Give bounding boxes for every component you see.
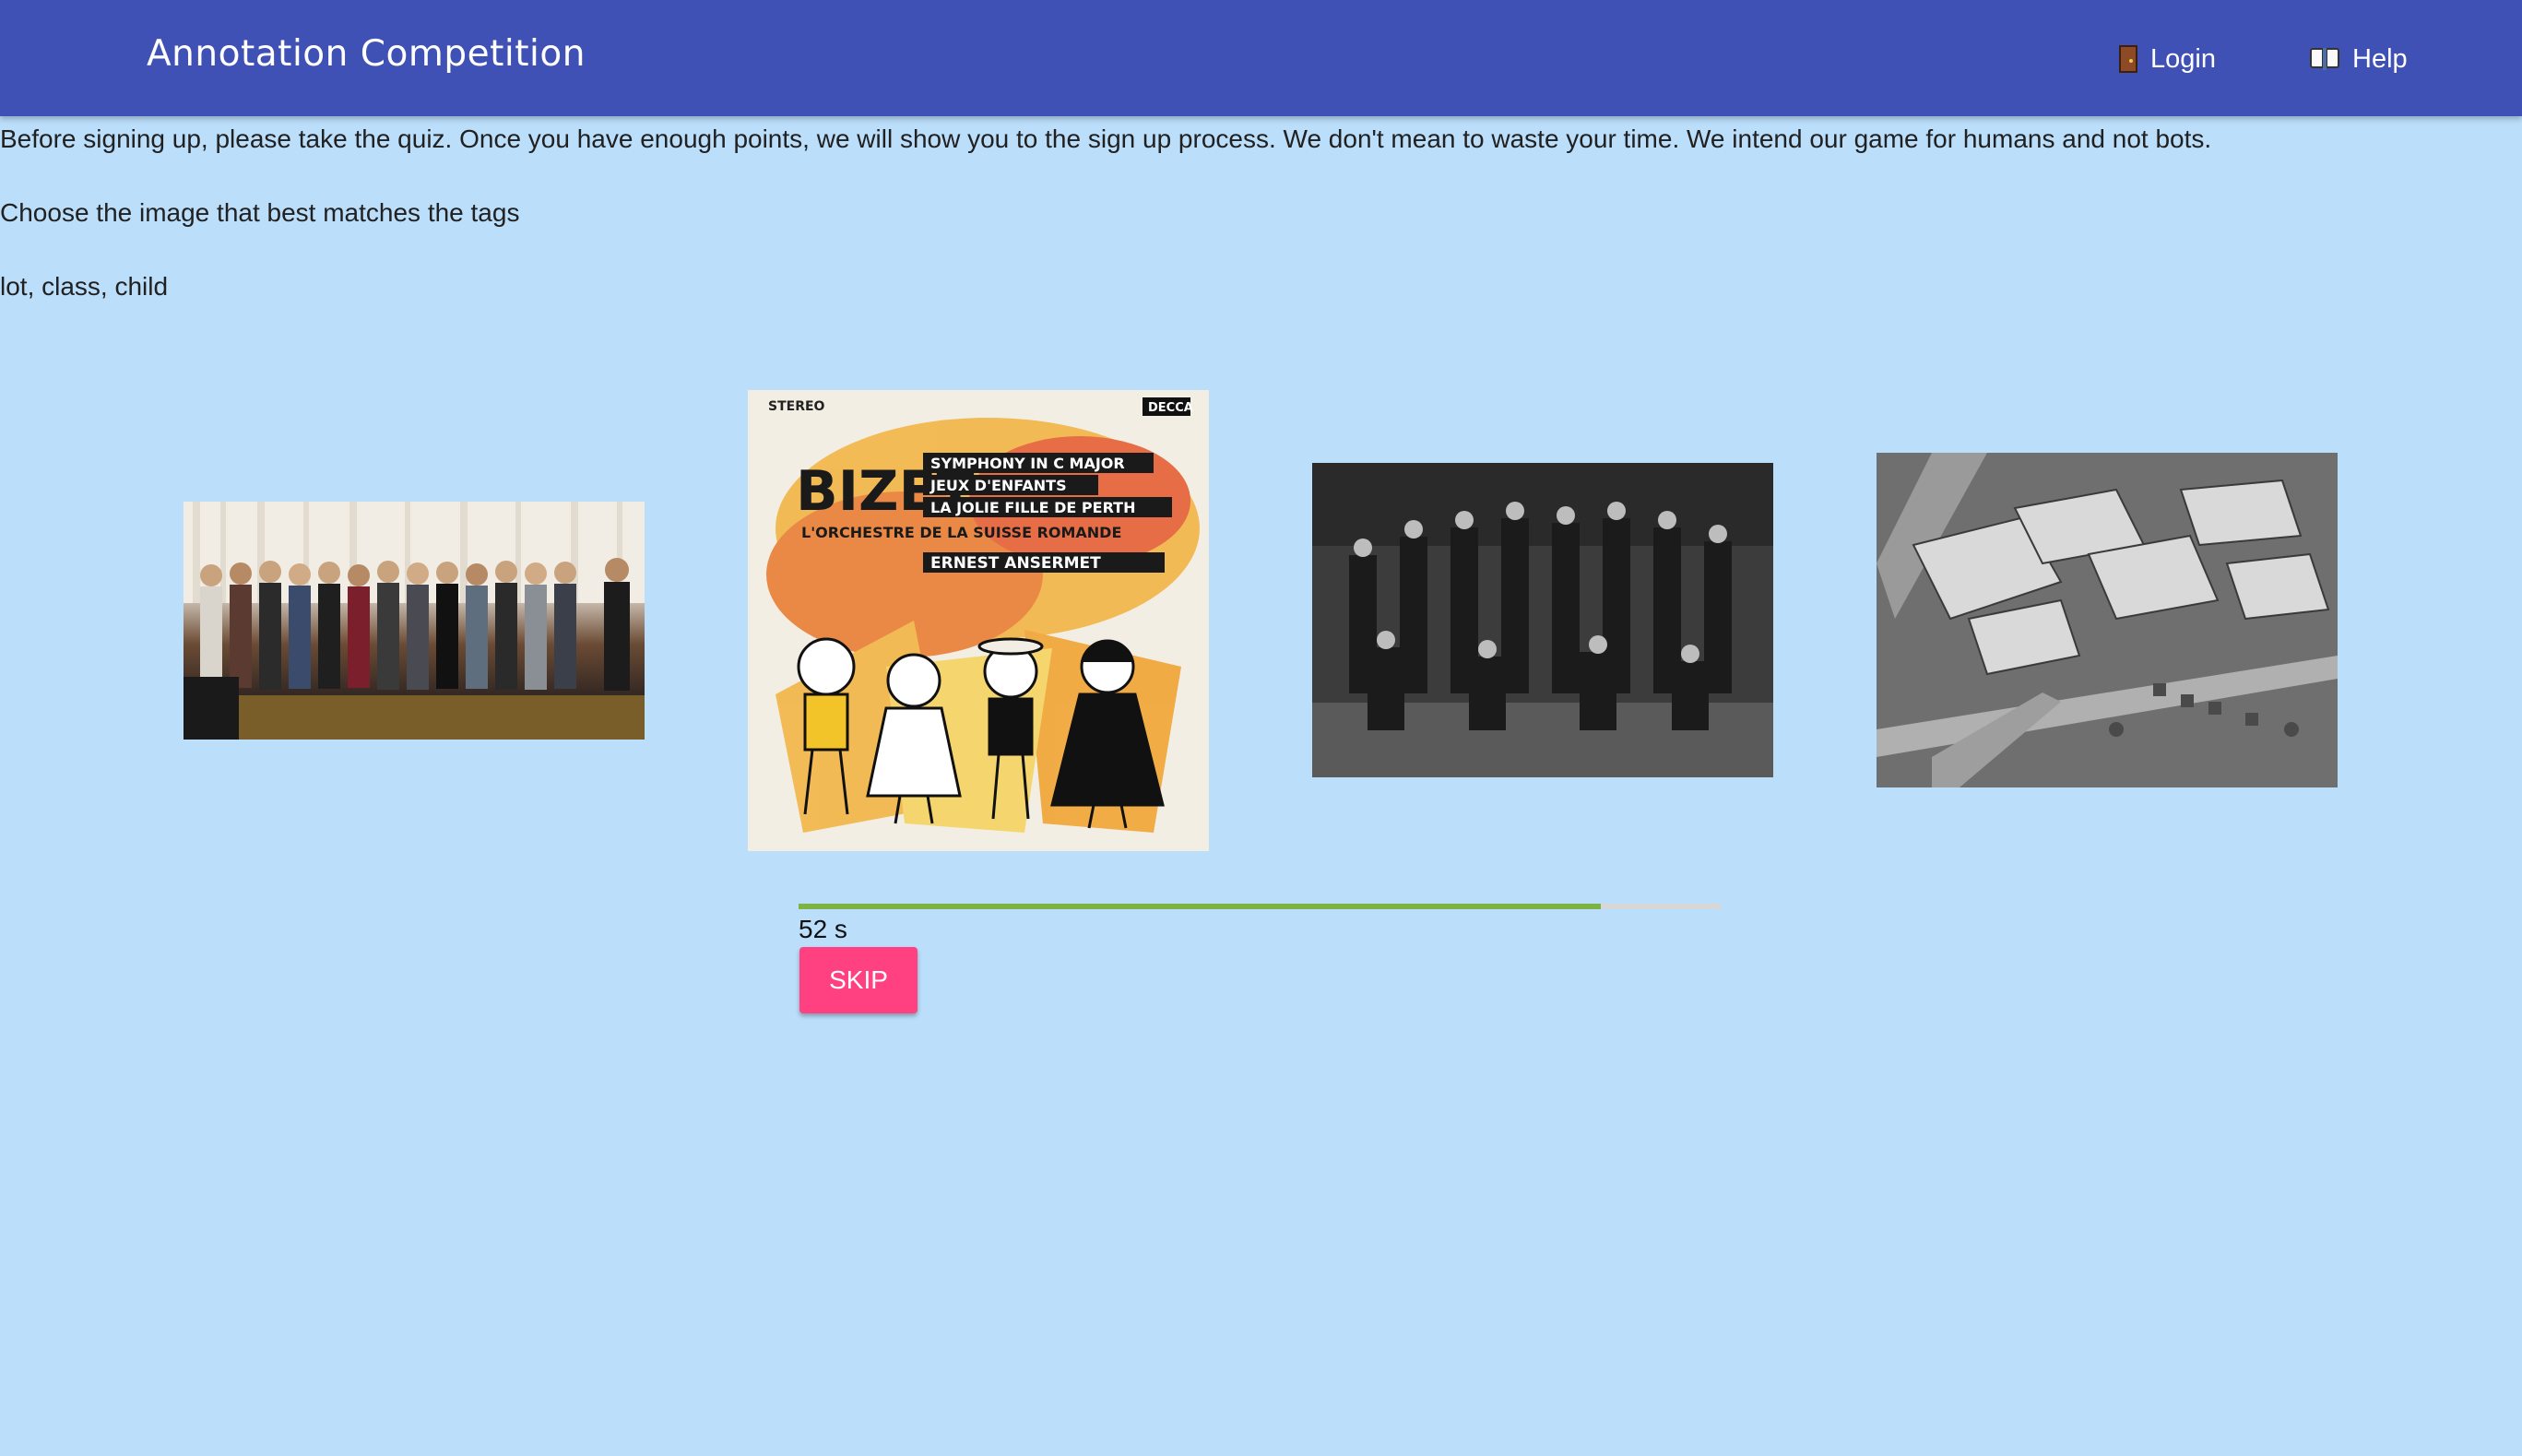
app-title: Annotation Competition (147, 33, 586, 75)
app-bar: Annotation Competition Login Help (0, 0, 2522, 116)
album-conductor: ERNEST ANSERMET (930, 554, 1101, 573)
timer-progress-bar (799, 904, 1721, 909)
album-work-3: LA JOLIE FILLE DE PERTH (930, 499, 1135, 516)
image-choice-group-photo[interactable] (184, 502, 645, 740)
aerial-town-image (1877, 453, 2338, 787)
login-label: Login (2150, 43, 2216, 74)
vintage-group-image (1312, 463, 1773, 777)
album-cover-image: STEREO DECCA BIZET SYMPHONY IN C MAJOR J… (748, 390, 1209, 851)
timer-progress-fill (799, 904, 1601, 909)
album-work-1: SYMPHONY IN C MAJOR (930, 455, 1125, 472)
album-brand-label: DECCA (1148, 401, 1193, 415)
timer-label: 52 s (799, 915, 847, 943)
login-button[interactable]: Login (2119, 39, 2216, 79)
image-choice-vintage-group[interactable] (1312, 463, 1773, 777)
album-stereo-label: STEREO (768, 399, 825, 414)
door-icon (2119, 45, 2137, 73)
quiz-instruction: Choose the image that best matches the t… (0, 198, 520, 227)
help-button[interactable]: Help (2310, 39, 2408, 79)
group-photo-image (184, 502, 645, 740)
intro-text: Before signing up, please take the quiz.… (0, 124, 2212, 153)
book-icon (2310, 48, 2339, 70)
album-work-2: JEUX D'ENFANTS (929, 477, 1067, 494)
album-orchestra: L'ORCHESTRE DE LA SUISSE ROMANDE (801, 524, 1121, 541)
image-choice-aerial-town[interactable] (1877, 453, 2338, 787)
quiz-tags: lot, class, child (0, 272, 169, 301)
image-choice-album-cover[interactable]: STEREO DECCA BIZET SYMPHONY IN C MAJOR J… (748, 390, 1209, 851)
help-label: Help (2352, 43, 2408, 74)
skip-button[interactable]: SKIP (799, 947, 918, 1013)
